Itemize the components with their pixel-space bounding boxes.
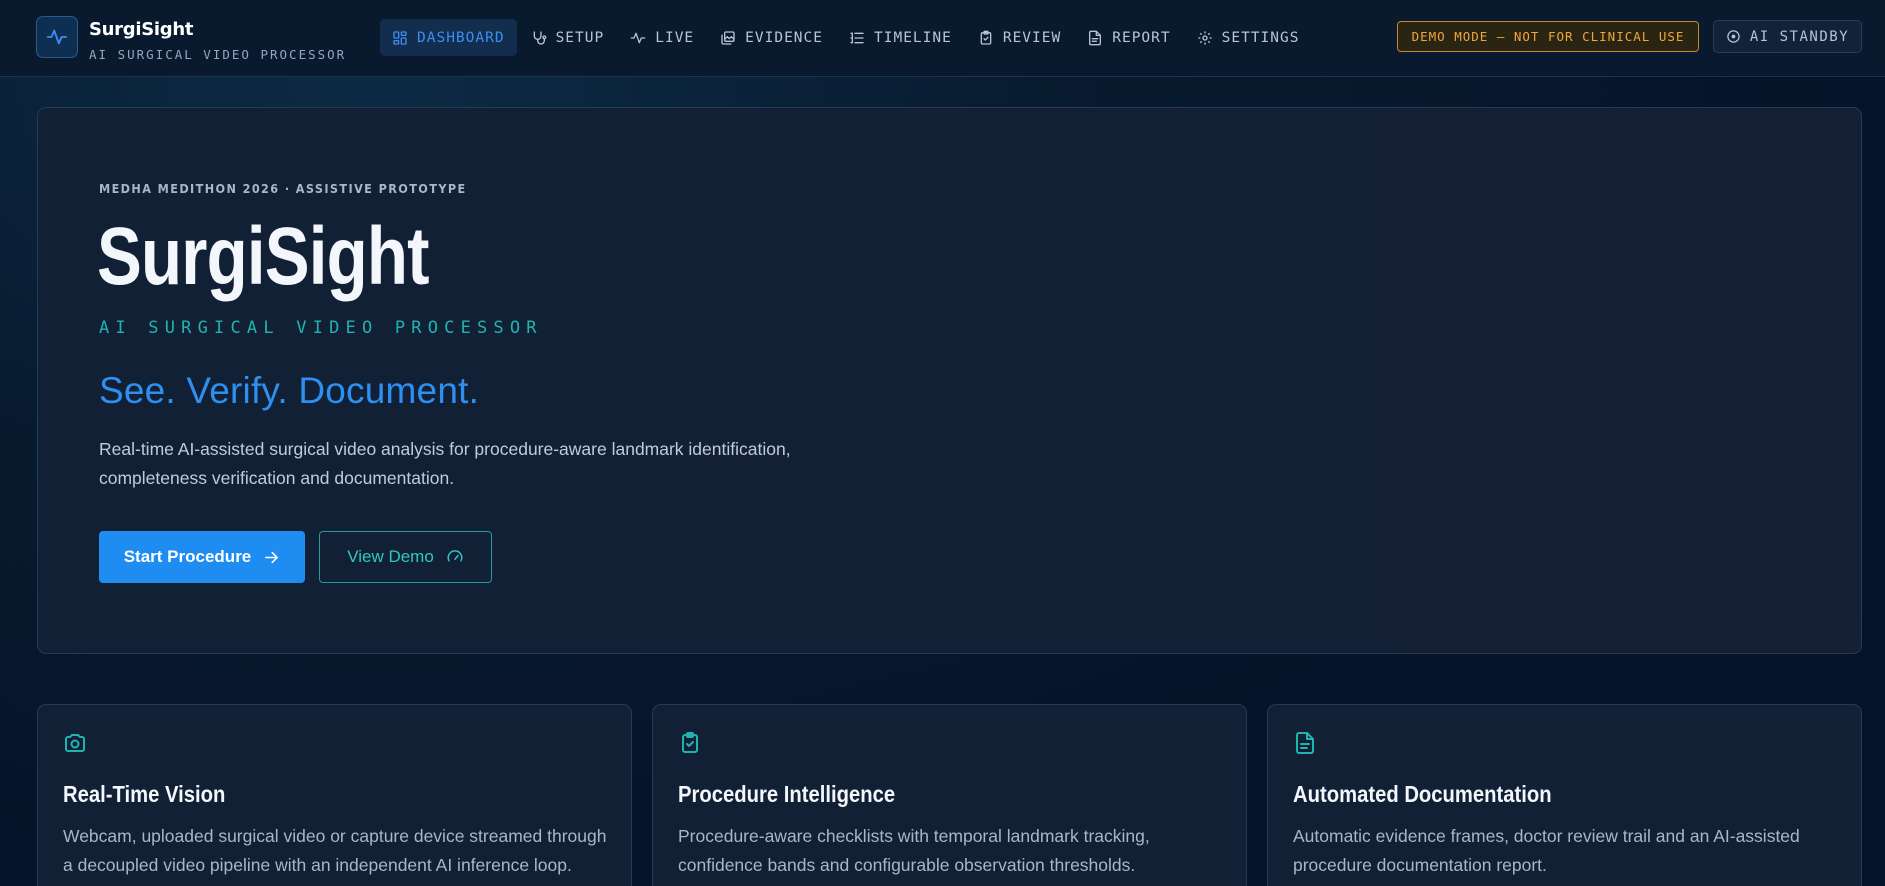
- view-demo-label: View Demo: [347, 547, 434, 566]
- gauge-icon: [447, 550, 463, 562]
- demo-mode-badge: DEMO MODE — NOT FOR CLINICAL USE: [1397, 21, 1699, 52]
- feature-card-procedure-intelligence: Procedure Intelligence Procedure-aware c…: [652, 704, 1247, 886]
- feature-title: Real-Time Vision: [63, 781, 226, 807]
- pulse-icon: [630, 32, 646, 43]
- nav-item-label: EVIDENCE: [745, 29, 823, 46]
- feature-card-real-time-vision: Real-Time Vision Webcam, uploaded surgic…: [37, 704, 632, 886]
- nav-item-settings[interactable]: SETTINGS: [1185, 19, 1312, 56]
- top-navigation-bar: SurgiSight AI SURGICAL VIDEO PROCESSOR D…: [0, 0, 1885, 77]
- clipboard-check-icon: [980, 30, 992, 45]
- feature-description: Procedure-aware checklists with temporal…: [678, 826, 1150, 875]
- nav-item-report[interactable]: REPORT: [1075, 19, 1182, 56]
- start-procedure-button[interactable]: Start Procedure: [99, 531, 305, 583]
- start-procedure-label: Start Procedure: [123, 547, 252, 566]
- nav-item-label: SETUP: [555, 29, 605, 46]
- nav-item-setup[interactable]: SETUP: [519, 19, 617, 56]
- nav-item-label: REVIEW: [1002, 29, 1062, 46]
- nav-item-label: SETTINGS: [1221, 29, 1300, 46]
- feature-description: Automatic evidence frames, doctor review…: [1293, 826, 1800, 875]
- pulse-icon: [46, 29, 68, 45]
- nav-item-dashboard[interactable]: DASHBOARD: [380, 19, 517, 56]
- file-text-icon: [1089, 30, 1102, 45]
- nav-item-review[interactable]: REVIEW: [966, 19, 1073, 56]
- stethoscope-icon: [533, 30, 546, 45]
- images-icon: [721, 30, 735, 45]
- hero-panel: MEDHA MEDITHON 2026 · ASSISTIVE PROTOTYP…: [37, 107, 1862, 654]
- feature-card-automated-documentation: Automated Documentation Automatic eviden…: [1267, 704, 1862, 886]
- file-text-icon: [1296, 732, 1314, 754]
- nav-item-timeline[interactable]: TIMELINE: [837, 19, 964, 56]
- arrow-right-icon: [265, 551, 279, 563]
- grid-icon: [393, 30, 407, 45]
- brand-subtitle: AI SURGICAL VIDEO PROCESSOR: [89, 47, 347, 62]
- nav-item-label: TIMELINE: [874, 29, 952, 46]
- nav-item-live[interactable]: LIVE: [618, 19, 706, 56]
- main-nav: DASHBOARD SETUP LIVE EVIDENCE TIMELINE R…: [380, 19, 1311, 56]
- clipboard-check-icon: [682, 732, 698, 753]
- ai-status-label: AI STANDBY: [1749, 28, 1850, 45]
- gear-icon: [1197, 30, 1212, 45]
- nav-item-label: DASHBOARD: [417, 29, 505, 46]
- brand-logo[interactable]: [36, 16, 78, 58]
- hero-kicker: MEDHA MEDITHON 2026 · ASSISTIVE PROTOTYP…: [99, 181, 467, 196]
- nav-item-evidence[interactable]: EVIDENCE: [708, 19, 835, 56]
- feature-title: Automated Documentation: [1293, 781, 1552, 807]
- power-circle-icon: [1727, 30, 1740, 43]
- ai-status-button[interactable]: AI STANDBY: [1713, 20, 1862, 53]
- camera-icon: [65, 734, 85, 752]
- nav-item-label: REPORT: [1112, 29, 1171, 46]
- hero-subtitle: AI SURGICAL VIDEO PROCESSOR: [99, 318, 543, 338]
- hero-tagline: See. Verify. Document.: [99, 370, 480, 411]
- feature-title: Procedure Intelligence: [678, 781, 896, 807]
- feature-description: Webcam, uploaded surgical video or captu…: [63, 826, 607, 875]
- hero-title: SurgiSight: [97, 211, 430, 302]
- view-demo-button[interactable]: View Demo: [319, 531, 492, 583]
- brand-name: SurgiSight: [89, 19, 194, 40]
- list-timeline-icon: [850, 32, 864, 43]
- hero-description: Real-time AI-assisted surgical video ana…: [99, 439, 791, 488]
- nav-item-label: LIVE: [655, 29, 695, 46]
